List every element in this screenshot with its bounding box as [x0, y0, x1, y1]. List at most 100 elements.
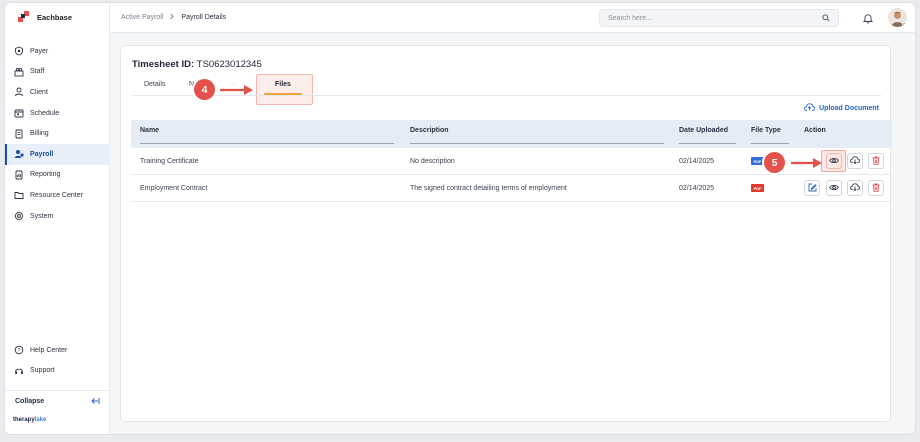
delete-file-button[interactable] — [868, 153, 884, 169]
sidebar-nav: Payer Staff Client Schedule Billing Payr… — [5, 41, 110, 226]
timesheet-id-value: TS0623012345 — [196, 59, 262, 70]
search-icon[interactable] — [822, 9, 830, 27]
calendar-icon — [14, 108, 24, 118]
sidebar: Eachbase Payer Staff Client Schedule Bil… — [5, 3, 110, 434]
settings-icon — [14, 211, 24, 221]
payroll-icon — [14, 149, 24, 159]
breadcrumb-current: Payroll Details — [181, 14, 227, 21]
active-tab-indicator — [264, 93, 302, 95]
sidebar-item-label: Schedule — [30, 109, 60, 117]
table-row: Employment Contract The signed contract … — [131, 175, 892, 202]
column-header-file-type: File Type — [751, 127, 781, 134]
shield-icon — [14, 46, 24, 56]
collapse-arrow-icon — [91, 397, 100, 407]
trash-icon — [872, 183, 880, 194]
sidebar-item-reporting[interactable]: Reporting — [5, 165, 110, 186]
upload-document-label: Upload Document — [819, 104, 879, 112]
avatar[interactable] — [888, 8, 907, 27]
sidebar-item-client[interactable]: Client — [5, 82, 110, 103]
timesheet-id-label: Timesheet ID: — [132, 59, 195, 70]
callout-step-5: 5 — [764, 152, 785, 173]
column-header-date-uploaded: Date Uploaded — [679, 127, 729, 134]
content-card: Timesheet ID: TS0623012345 Details N ···… — [120, 45, 892, 422]
sidebar-item-help-center[interactable]: ? Help Center — [5, 340, 110, 361]
eye-icon — [829, 157, 839, 166]
cloud-download-icon — [850, 183, 860, 193]
view-file-button[interactable] — [826, 153, 842, 169]
file-date-uploaded: 02/14/2025 — [679, 158, 715, 165]
column-divider — [410, 143, 664, 144]
sidebar-item-label: Client — [30, 88, 48, 96]
help-icon: ? — [14, 345, 24, 355]
sidebar-item-staff[interactable]: Staff — [5, 62, 110, 83]
arrow-to-files-icon — [220, 85, 253, 95]
folder-icon — [14, 190, 24, 200]
sidebar-item-payroll[interactable]: Payroll — [5, 143, 110, 165]
upload-document-button[interactable]: Upload Document — [804, 103, 879, 113]
person-icon — [14, 87, 24, 97]
pdf-file-icon: PDF — [751, 157, 764, 165]
sidebar-item-schedule[interactable]: Schedule — [5, 103, 110, 124]
sidebar-item-label: Help Center — [30, 346, 68, 354]
chevron-right-icon — [169, 13, 175, 22]
download-file-button[interactable] — [847, 180, 863, 196]
search-box[interactable] — [599, 9, 839, 27]
sidebar-item-label: Resource Center — [30, 191, 83, 199]
column-divider — [679, 143, 736, 144]
eye-icon — [829, 184, 839, 193]
collapse-label: Collapse — [15, 398, 45, 405]
breadcrumb-active-payroll[interactable]: Active Payroll — [121, 14, 163, 21]
sidebar-item-billing[interactable]: Billing — [5, 123, 110, 144]
users-icon — [14, 67, 24, 77]
eachbase-logo-icon — [18, 11, 30, 23]
svg-text:?: ? — [18, 348, 21, 354]
trash-icon — [872, 156, 880, 167]
sidebar-item-label: Reporting — [30, 171, 61, 179]
online-status-dot — [902, 22, 907, 27]
headset-icon — [14, 366, 24, 376]
sidebar-bottom-nav: ? Help Center Support — [5, 340, 110, 381]
delete-file-button[interactable] — [868, 180, 884, 196]
file-description: No description — [410, 158, 455, 165]
file-name: Employment Contract — [140, 185, 208, 192]
sidebar-item-payer[interactable]: Payer — [5, 41, 110, 62]
document-icon — [14, 129, 24, 139]
app-window: Eachbase Payer Staff Client Schedule Bil… — [5, 3, 915, 434]
sidebar-item-support[interactable]: Support — [5, 361, 110, 382]
column-header-description: Description — [410, 127, 449, 134]
column-header-action: Action — [804, 127, 826, 134]
report-icon — [14, 170, 24, 180]
column-divider — [751, 143, 789, 144]
file-description: The signed contract detailing terms of e… — [410, 185, 567, 192]
brand: Eachbase — [18, 11, 72, 23]
search-input[interactable] — [608, 14, 808, 22]
sidebar-item-system[interactable]: System — [5, 206, 110, 227]
cloud-upload-icon — [804, 103, 816, 113]
sidebar-item-label: Payer — [30, 47, 49, 55]
sidebar-item-label: System — [30, 212, 54, 220]
sidebar-item-label: Billing — [30, 130, 49, 138]
cloud-download-icon — [850, 156, 860, 166]
file-name: Training Certificate — [140, 158, 199, 165]
notification-bell-icon[interactable] — [862, 11, 874, 29]
pdf-file-icon: PDF — [751, 184, 764, 192]
table-header: Name Description Date Uploaded File Type… — [131, 120, 892, 148]
brand-name: Eachbase — [37, 12, 73, 22]
tab-details[interactable]: Details — [144, 81, 165, 88]
download-file-button[interactable] — [847, 153, 863, 169]
column-divider — [140, 143, 394, 144]
topbar: Active Payroll Payroll Details — [110, 3, 915, 33]
arrow-to-view-icon — [791, 158, 822, 168]
page-title: Timesheet ID: TS0623012345 — [132, 59, 262, 70]
breadcrumb: Active Payroll Payroll Details — [121, 13, 226, 22]
sidebar-item-resource-center[interactable]: Resource Center — [5, 185, 110, 206]
collapse-button[interactable]: Collapse — [5, 390, 110, 412]
callout-step-4: 4 — [194, 79, 215, 100]
tab-files[interactable]: Files — [275, 81, 291, 88]
sidebar-item-label: Staff — [30, 68, 45, 76]
view-file-button[interactable] — [826, 180, 842, 196]
edit-file-button[interactable] — [804, 180, 820, 196]
edit-icon — [808, 183, 817, 194]
therapylake-logo: therapylake — [13, 417, 47, 423]
sidebar-item-label: Support — [30, 367, 55, 375]
